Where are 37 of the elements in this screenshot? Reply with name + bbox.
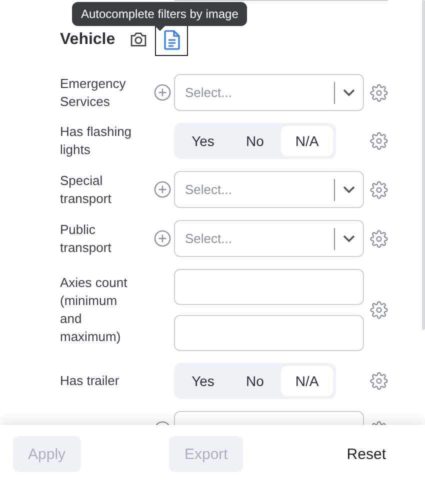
settings-icon[interactable]	[370, 230, 388, 248]
settings-icon[interactable]	[370, 372, 388, 390]
scrollbar[interactable]	[422, 0, 425, 330]
field-label: Public transport	[60, 220, 112, 256]
segment-option[interactable]: Yes	[177, 366, 229, 396]
chevron-down-icon	[343, 88, 355, 96]
field-label: Has trailer	[60, 372, 120, 390]
tooltip-pointer	[154, 26, 165, 31]
field-label: Axies count (minimum and maximum)	[60, 274, 128, 346]
document-icon	[164, 30, 180, 50]
settings-icon[interactable]	[370, 301, 388, 319]
select-placeholder: Select...	[185, 85, 233, 100]
tooltip: Autocomplete filters by image	[72, 2, 248, 26]
settings-icon[interactable]	[370, 132, 388, 150]
segment-option[interactable]: Yes	[177, 126, 229, 156]
select-placeholder: Select...	[185, 231, 233, 246]
maximum-input[interactable]	[174, 315, 364, 351]
segment-option[interactable]: N/A	[281, 126, 333, 156]
field-label: Has flashing lights	[60, 123, 133, 159]
camera-icon	[128, 31, 148, 48]
minimum-input[interactable]	[174, 269, 364, 305]
chevron-down-icon	[343, 234, 355, 242]
add-icon[interactable]	[154, 230, 170, 247]
settings-icon[interactable]	[370, 84, 388, 102]
chevron-down-icon	[343, 186, 355, 194]
field-label: Special transport	[60, 172, 112, 208]
settings-icon[interactable]	[370, 180, 388, 198]
add-icon[interactable]	[154, 84, 170, 101]
section-title: Vehicle	[60, 30, 116, 48]
field-label: Emergency Services	[60, 74, 127, 110]
footer-button[interactable]: Reset	[332, 436, 401, 472]
segment-option[interactable]: No	[229, 366, 281, 396]
add-icon[interactable]	[154, 181, 170, 198]
select-placeholder: Select...	[185, 182, 233, 197]
segment-option[interactable]: No	[229, 126, 281, 156]
document-button[interactable]	[155, 23, 188, 56]
segment-option[interactable]: N/A	[281, 366, 333, 396]
